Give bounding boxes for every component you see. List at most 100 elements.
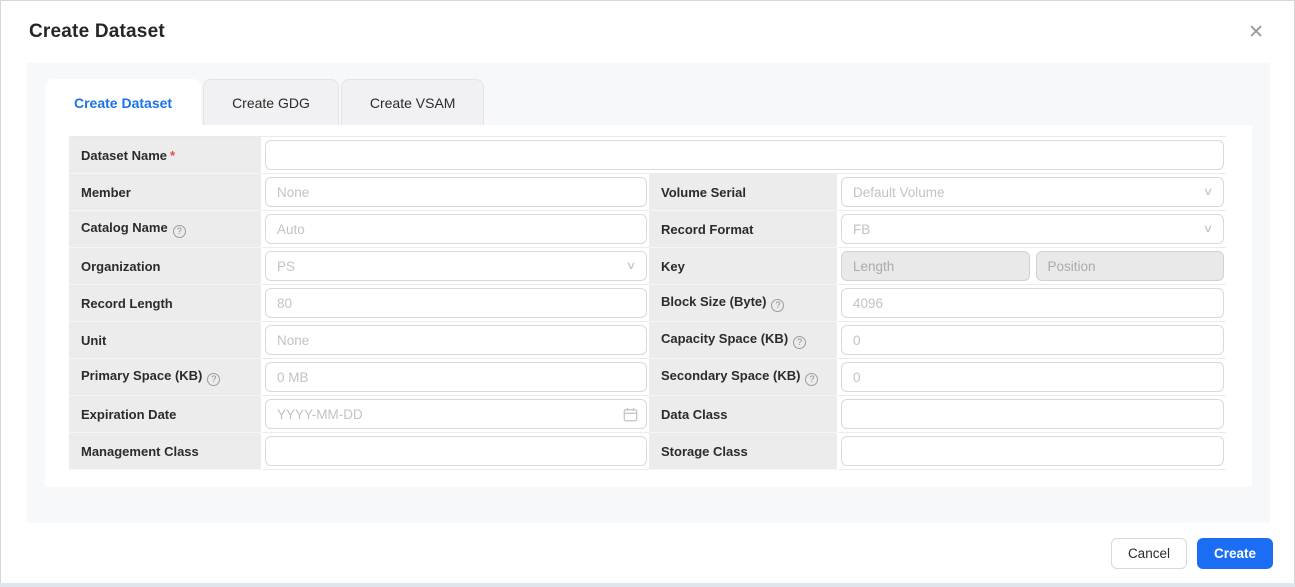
calendar-icon[interactable] bbox=[623, 407, 638, 422]
form-row: Organization PS ∨ Key bbox=[69, 248, 1226, 285]
help-icon[interactable]: ? bbox=[793, 336, 806, 349]
primary-space-kb-label: Primary Space (KB)? bbox=[69, 359, 263, 396]
member-label: Member bbox=[69, 174, 263, 211]
organization-select[interactable]: PS ∨ bbox=[265, 251, 647, 281]
create-dataset-modal: Create Dataset ✕ Create DatasetCreate GD… bbox=[0, 0, 1295, 583]
expiration-date-input[interactable] bbox=[265, 399, 647, 429]
form-container: Dataset Name* Member Volume Serial Default … bbox=[45, 125, 1252, 487]
record-length-label: Record Length bbox=[69, 285, 263, 322]
key-label: Key bbox=[649, 248, 839, 285]
catalog-name-label: Catalog Name? bbox=[69, 211, 263, 248]
page-title: Create Dataset bbox=[29, 21, 165, 43]
data-class-input[interactable] bbox=[841, 399, 1224, 429]
dataset-name-label: Dataset Name* bbox=[69, 137, 263, 174]
expiration-date-input-cell bbox=[263, 396, 649, 433]
help-icon[interactable]: ? bbox=[805, 373, 818, 386]
form-row: Expiration Date Data Class bbox=[69, 396, 1226, 433]
chevron-down-icon: ∨ bbox=[1203, 185, 1214, 198]
secondary-space-input[interactable] bbox=[841, 362, 1224, 392]
primary-space-input[interactable] bbox=[265, 362, 647, 392]
management-class-label: Management Class bbox=[69, 433, 263, 470]
storage-class-input-cell bbox=[839, 433, 1226, 470]
field-label-text: Dataset Name bbox=[81, 148, 167, 163]
field-label-text: Record Length bbox=[81, 296, 173, 311]
dataset-name-input[interactable] bbox=[265, 140, 1224, 170]
chevron-down-icon: ∨ bbox=[626, 259, 637, 272]
key-group bbox=[841, 251, 1224, 281]
capacity-space-kb-label: Capacity Space (KB)? bbox=[649, 322, 839, 359]
key-cell bbox=[839, 248, 1226, 285]
field-label-text: Member bbox=[81, 185, 131, 200]
help-icon[interactable]: ? bbox=[207, 373, 220, 386]
expiration-date-input-wrap bbox=[265, 399, 647, 429]
field-label-text: Capacity Space (KB) bbox=[661, 331, 788, 346]
organization-label: Organization bbox=[69, 248, 263, 285]
page-background-strip bbox=[0, 583, 1295, 587]
field-label-text: Secondary Space (KB) bbox=[661, 368, 800, 383]
volume-serial-select[interactable]: Default Volume∨ bbox=[841, 177, 1224, 207]
field-label-text: Expiration Date bbox=[81, 407, 176, 422]
unit-input-cell bbox=[263, 322, 649, 359]
record-format-label: Record Format bbox=[649, 211, 839, 248]
help-icon[interactable]: ? bbox=[173, 225, 186, 238]
field-label-text: Storage Class bbox=[661, 444, 748, 459]
close-icon[interactable]: ✕ bbox=[1248, 23, 1264, 42]
storage-class-input[interactable] bbox=[841, 436, 1224, 466]
member-input[interactable] bbox=[265, 177, 647, 207]
field-label-text: Catalog Name bbox=[81, 220, 168, 235]
modal-header: Create Dataset ✕ bbox=[1, 1, 1294, 63]
storage-class-label: Storage Class bbox=[649, 433, 839, 470]
tab-create-gdg[interactable]: Create GDG bbox=[203, 79, 339, 125]
field-label-text: Unit bbox=[81, 333, 106, 348]
management-class-input-cell bbox=[263, 433, 649, 470]
chevron-down-icon: ∨ bbox=[1203, 222, 1214, 235]
secondary-space-input-cell bbox=[839, 359, 1226, 396]
form-row: Primary Space (KB)? Secondary Space (KB)? bbox=[69, 359, 1226, 396]
catalog-name-input[interactable] bbox=[265, 214, 647, 244]
tab-create-vsam[interactable]: Create VSAM bbox=[341, 79, 485, 125]
data-class-input-cell bbox=[839, 396, 1226, 433]
field-label-text: Volume Serial bbox=[661, 185, 746, 200]
unit-input[interactable] bbox=[265, 325, 647, 355]
field-label-text: Primary Space (KB) bbox=[81, 368, 202, 383]
block-size-byte-label: Block Size (Byte)? bbox=[649, 285, 839, 322]
tab-panel: Create DatasetCreate GDGCreate VSAM Data… bbox=[27, 63, 1270, 523]
field-label-text: Block Size (Byte) bbox=[661, 294, 766, 309]
key-length-input bbox=[841, 251, 1030, 281]
create-button[interactable]: Create bbox=[1197, 538, 1273, 569]
volume-serial-label: Volume Serial bbox=[649, 174, 839, 211]
form-row: Management Class Storage Class bbox=[69, 433, 1226, 470]
organization-select-cell: PS ∨ bbox=[263, 248, 649, 285]
form-row: Member Volume Serial Default Volume∨ bbox=[69, 174, 1226, 211]
capacity-space-input[interactable] bbox=[841, 325, 1224, 355]
form-row: Dataset Name* bbox=[69, 137, 1226, 174]
primary-space-input-cell bbox=[263, 359, 649, 396]
block-size-input-cell bbox=[839, 285, 1226, 322]
dataset-name-input-cell bbox=[263, 137, 1226, 174]
key-position-input bbox=[1036, 251, 1225, 281]
tab-create-dataset[interactable]: Create Dataset bbox=[45, 79, 201, 125]
record-length-input[interactable] bbox=[265, 288, 647, 318]
record-length-input-cell bbox=[263, 285, 649, 322]
catalog-name-input-cell bbox=[263, 211, 649, 248]
record-format-select-cell: FB∨ bbox=[839, 211, 1226, 248]
capacity-space-input-cell bbox=[839, 322, 1226, 359]
modal-footer: Cancel Create bbox=[1, 523, 1294, 583]
management-class-input[interactable] bbox=[265, 436, 647, 466]
form-table: Dataset Name* Member Volume Serial Default … bbox=[69, 136, 1226, 470]
expiration-date-label: Expiration Date bbox=[69, 396, 263, 433]
form-row: Record Length Block Size (Byte)? bbox=[69, 285, 1226, 322]
volume-serial-select-cell: Default Volume∨ bbox=[839, 174, 1226, 211]
select-placeholder: PS bbox=[277, 259, 295, 274]
block-size-input[interactable] bbox=[841, 288, 1224, 318]
form-row: Catalog Name? Record FormatFB∨ bbox=[69, 211, 1226, 248]
data-class-label: Data Class bbox=[649, 396, 839, 433]
field-label-text: Management Class bbox=[81, 444, 199, 459]
help-icon[interactable]: ? bbox=[771, 299, 784, 312]
field-label-text: Data Class bbox=[661, 407, 727, 422]
record-format-select[interactable]: FB∨ bbox=[841, 214, 1224, 244]
field-label-text: Organization bbox=[81, 259, 160, 274]
cancel-button[interactable]: Cancel bbox=[1111, 538, 1187, 569]
member-input-cell bbox=[263, 174, 649, 211]
field-label-text: Key bbox=[661, 259, 685, 274]
